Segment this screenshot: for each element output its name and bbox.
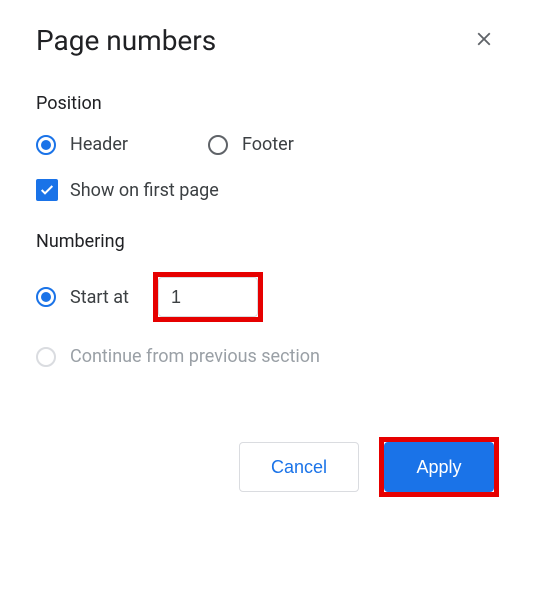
position-radio-group: Header Footer bbox=[36, 134, 499, 155]
start-at-highlight bbox=[153, 272, 263, 322]
radio-start-at-label: Start at bbox=[70, 287, 129, 308]
checkbox-show-first-page[interactable]: Show on first page bbox=[36, 179, 499, 201]
dialog-title: Page numbers bbox=[36, 24, 216, 57]
radio-icon bbox=[36, 347, 56, 367]
start-at-input[interactable] bbox=[158, 277, 258, 317]
close-button[interactable] bbox=[469, 24, 499, 57]
checkbox-icon bbox=[36, 179, 58, 201]
close-icon bbox=[473, 28, 495, 53]
radio-icon bbox=[36, 135, 56, 155]
position-section-label: Position bbox=[36, 93, 499, 114]
radio-icon bbox=[36, 287, 56, 307]
numbering-start-row: Start at bbox=[36, 272, 499, 322]
radio-continue: Continue from previous section bbox=[36, 346, 499, 367]
apply-highlight: Apply bbox=[379, 437, 499, 497]
checkbox-show-first-label: Show on first page bbox=[70, 180, 219, 201]
dialog-buttons: Cancel Apply bbox=[36, 437, 499, 497]
radio-header-label: Header bbox=[70, 134, 128, 155]
radio-start-at[interactable]: Start at bbox=[36, 287, 129, 308]
cancel-button[interactable]: Cancel bbox=[239, 442, 359, 492]
radio-footer[interactable]: Footer bbox=[208, 134, 294, 155]
apply-button[interactable]: Apply bbox=[384, 442, 494, 492]
radio-icon bbox=[208, 135, 228, 155]
radio-header[interactable]: Header bbox=[36, 134, 128, 155]
numbering-section-label: Numbering bbox=[36, 231, 499, 252]
radio-footer-label: Footer bbox=[242, 134, 294, 155]
page-numbers-dialog: Page numbers Position Header Footer Show… bbox=[0, 0, 535, 521]
radio-continue-label: Continue from previous section bbox=[70, 346, 320, 367]
dialog-header: Page numbers bbox=[36, 24, 499, 57]
